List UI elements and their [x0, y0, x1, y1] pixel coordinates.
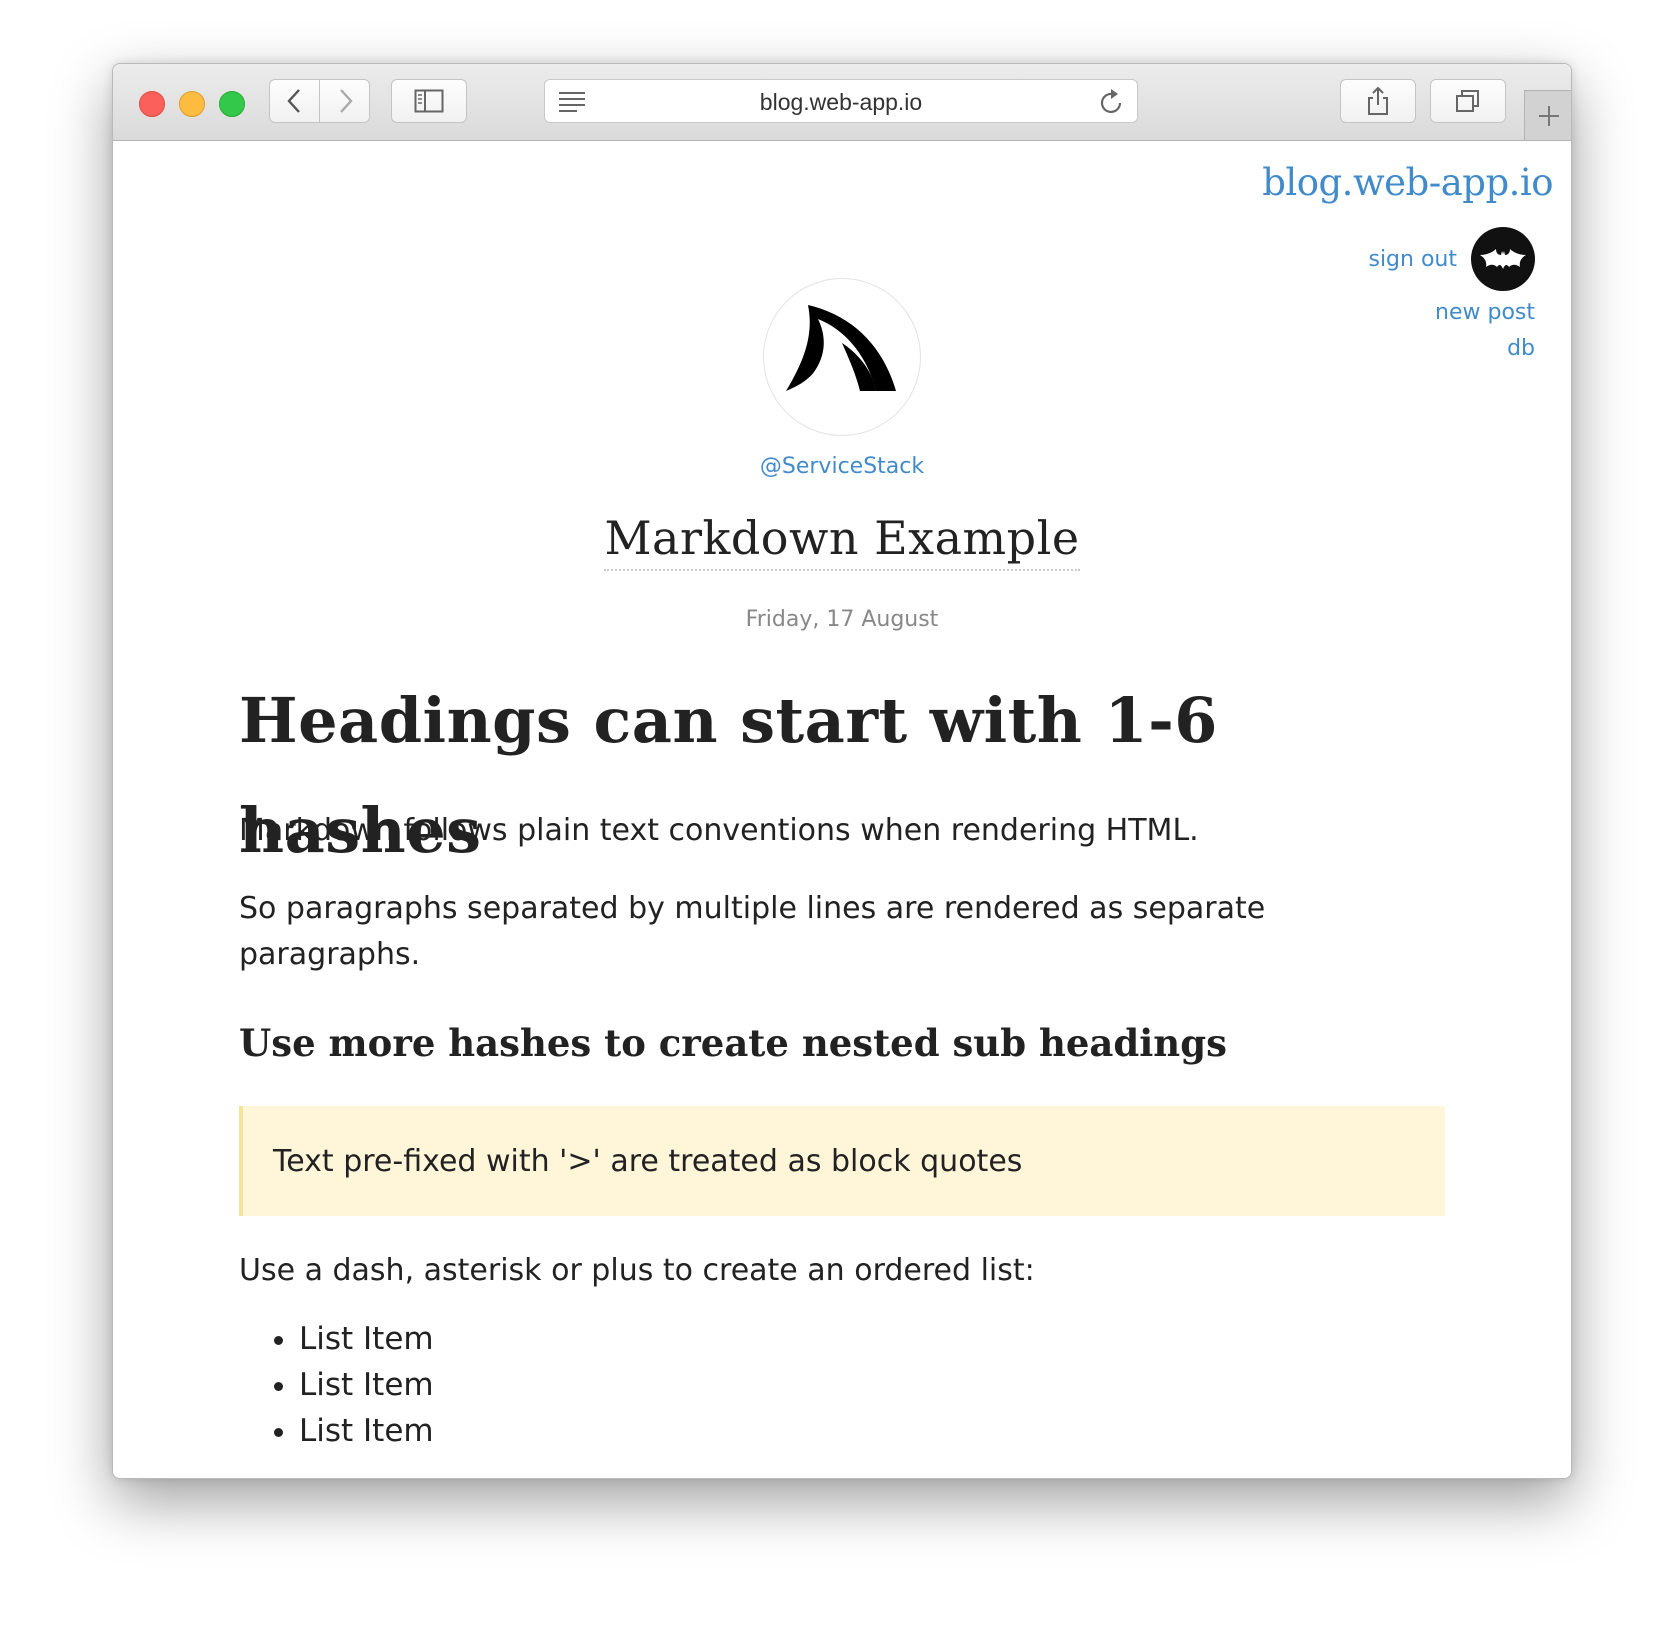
chevron-right-icon — [339, 89, 353, 113]
post-title[interactable]: Markdown Example — [604, 511, 1080, 571]
maximize-window-button[interactable] — [219, 91, 245, 117]
share-button[interactable] — [1340, 79, 1416, 123]
list-item: List Item — [299, 1316, 1445, 1362]
sidebar-toggle-button[interactable] — [391, 79, 467, 123]
forward-button[interactable] — [319, 79, 370, 123]
paragraph-2: So paragraphs separated by multiple line… — [239, 891, 1266, 972]
browser-toolbar: blog.web-app.io — [113, 64, 1571, 141]
minimize-window-button[interactable] — [179, 91, 205, 117]
post-title-wrap: Markdown Example — [113, 511, 1571, 571]
sidebar-icon — [414, 89, 444, 113]
close-window-button[interactable] — [139, 91, 165, 117]
new-tab-button[interactable] — [1524, 90, 1571, 140]
address-bar[interactable]: blog.web-app.io — [544, 79, 1138, 123]
list-item: List Item — [299, 1362, 1445, 1408]
user-avatar[interactable] — [1471, 227, 1535, 291]
plus-icon — [1538, 105, 1559, 126]
list-item: List Item — [299, 1408, 1445, 1454]
heading-level-2: Use more hashes to create nested sub hea… — [239, 1021, 1227, 1065]
servicestack-logo-icon — [786, 305, 896, 391]
post-body: Headings can start with 1-6 hashes Markd… — [239, 666, 1445, 1454]
bat-logo-icon — [1480, 249, 1526, 269]
tabs-overview-icon — [1456, 90, 1479, 112]
new-post-link[interactable]: new post — [1368, 299, 1535, 327]
address-url[interactable]: blog.web-app.io — [545, 89, 1137, 116]
blockquote: Text pre-fixed with '>' are treated as b… — [239, 1106, 1445, 1216]
sign-out-link[interactable]: sign out — [1368, 247, 1457, 272]
profile-handle[interactable]: @ServiceStack — [113, 454, 1571, 479]
bullet-list: List Item List Item List Item — [239, 1316, 1445, 1454]
paragraph-1: Markdown follows plain text conventions … — [239, 813, 1199, 848]
show-tabs-button[interactable] — [1430, 79, 1506, 123]
sign-out-row: sign out — [1368, 227, 1535, 291]
browser-window: blog.web-app.io blog.web-app.io sign out… — [112, 63, 1572, 1479]
user-menu: sign out new post db — [1368, 227, 1535, 363]
db-link[interactable]: db — [1368, 335, 1535, 363]
heading-level-1: Headings can start with 1-6 hashes — [239, 684, 1218, 867]
share-icon — [1368, 86, 1388, 115]
chevron-left-icon — [286, 89, 300, 113]
back-button[interactable] — [269, 79, 320, 123]
post-date: Friday, 17 August — [745, 607, 939, 632]
paragraph-3: Use a dash, asterisk or plus to create a… — [239, 1253, 1035, 1288]
profile-avatar[interactable] — [763, 278, 921, 436]
reload-icon[interactable] — [1099, 88, 1125, 116]
page-content: blog.web-app.io sign out new post db @Se… — [113, 141, 1571, 1478]
site-title-link[interactable]: blog.web-app.io — [1262, 161, 1553, 204]
